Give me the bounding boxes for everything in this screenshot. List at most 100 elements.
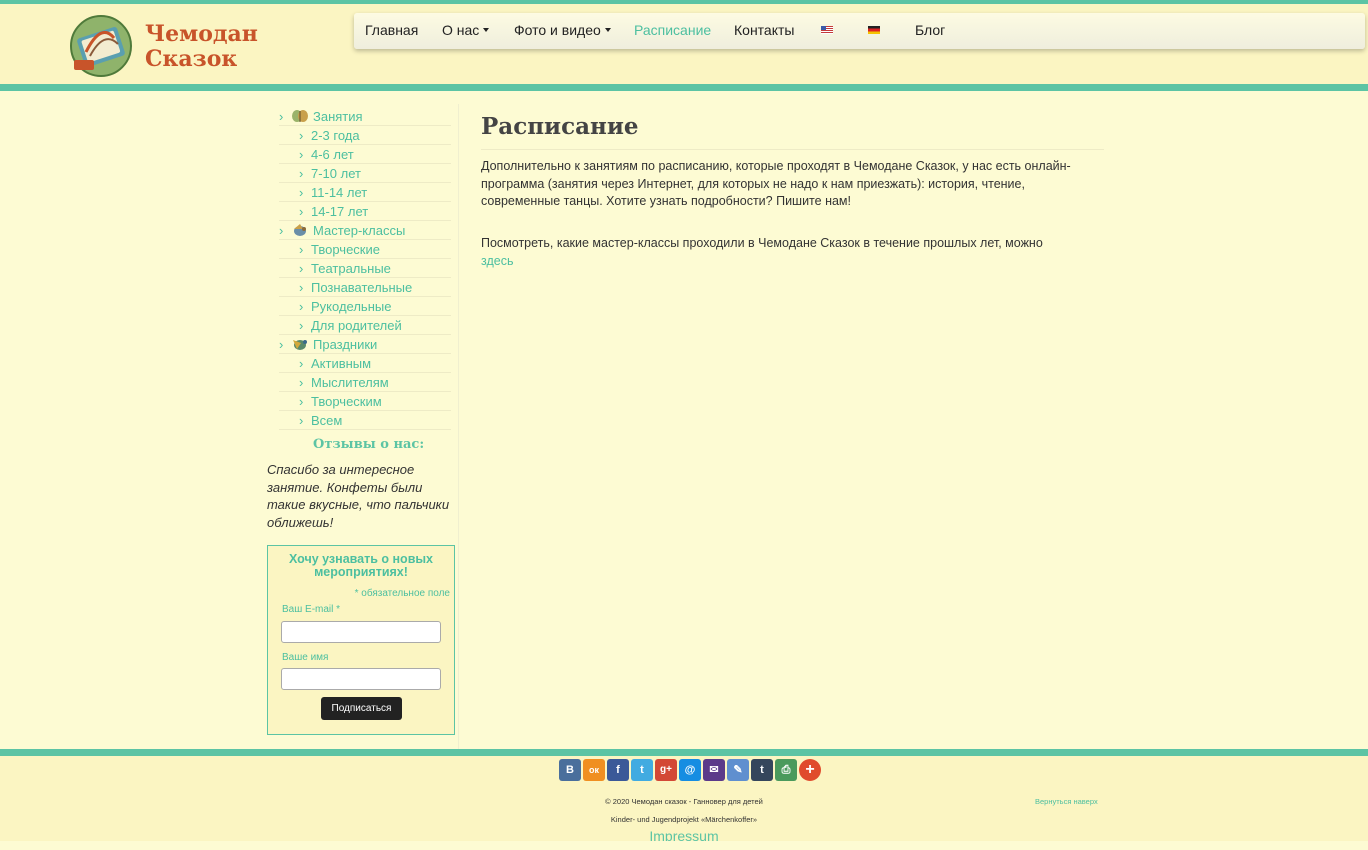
- nav-home[interactable]: Главная: [365, 13, 418, 47]
- sidebar-item-myslitelyam[interactable]: › Мыслителям: [279, 373, 451, 392]
- intro-paragraph: Дополнительно к занятиям по расписанию, …: [481, 159, 1071, 208]
- subscribe-title: Хочу узнавать о новых мероприятиях!: [288, 552, 434, 579]
- facebook-icon[interactable]: f: [607, 759, 629, 781]
- sidebar-item-label: 4-6 лет: [311, 147, 354, 162]
- us-flag-icon[interactable]: [821, 26, 833, 34]
- chevron-right-icon: ›: [279, 337, 284, 352]
- brand-line-1: Чемодан: [145, 21, 258, 47]
- tumblr-icon[interactable]: t: [751, 759, 773, 781]
- chevron-right-icon: ›: [299, 261, 304, 276]
- chevron-right-icon: ›: [299, 375, 304, 390]
- site-footer: В ок f t g+ @ ✉ ✎ t ⎙ + © 2020 Чемодан с…: [0, 749, 1368, 844]
- brand-line-2: Сказок: [145, 46, 238, 72]
- nav-contacts[interactable]: Контакты: [734, 13, 794, 47]
- german-flag-icon[interactable]: [868, 26, 880, 34]
- sidebar-menu: › Занятия › 2-3 года › 4-6 лет › 7-10 лет › 1…: [279, 107, 451, 430]
- sidebar-item-label: Творческим: [311, 394, 382, 409]
- chevron-down-icon: [604, 28, 611, 32]
- sidebar-item-label: 14-17 лет: [311, 204, 369, 219]
- sidebar-item-prazdniki[interactable]: › Праздники: [279, 335, 451, 354]
- sidebar-item-label: 11-14 лет: [311, 185, 368, 200]
- site-header: Чемодан Сказок Главная О нас Фото и виде…: [0, 0, 1368, 91]
- chevron-right-icon: ›: [299, 128, 304, 143]
- sidebar-item-label: Мыслителям: [311, 375, 389, 390]
- sidebar-item-label: Мастер-классы: [313, 223, 406, 238]
- here-link[interactable]: здесь: [481, 254, 513, 268]
- email-icon[interactable]: ✉: [703, 759, 725, 781]
- nav-about[interactable]: О нас: [442, 13, 490, 47]
- vk-icon[interactable]: В: [559, 759, 581, 781]
- masterclass-paragraph: Посмотреть, какие мастер-классы проходил…: [481, 235, 1106, 270]
- sidebar-item-14-17[interactable]: › 14-17 лет: [279, 202, 451, 221]
- sidebar-item-label: Познавательные: [311, 280, 413, 295]
- sidebar-item-label: Занятия: [313, 109, 363, 124]
- name-label: Ваше имя: [282, 652, 329, 663]
- more-icon[interactable]: +: [799, 759, 821, 781]
- sidebar-item-tvorcheskim[interactable]: › Творческим: [279, 392, 451, 411]
- chevron-right-icon: ›: [299, 185, 304, 200]
- nav-about-label: О нас: [442, 22, 480, 38]
- sidebar: › Занятия › 2-3 года › 4-6 лет › 7-10 лет › 1…: [263, 104, 459, 749]
- email-label: Ваш E-mail *: [282, 604, 341, 615]
- chevron-right-icon: ›: [299, 166, 304, 181]
- nav-blog[interactable]: Блог: [915, 13, 945, 47]
- twitter-icon[interactable]: t: [631, 759, 653, 781]
- sidebar-item-rukodelnye[interactable]: › Рукодельные: [279, 297, 451, 316]
- bottom-strip: [0, 841, 1368, 850]
- copyright-text: © 2020 Чемодан сказок - Ганновер для дет…: [605, 797, 763, 806]
- sidebar-item-label: 7-10 лет: [311, 166, 361, 181]
- chevron-right-icon: ›: [299, 356, 304, 371]
- print-icon[interactable]: ⎙: [775, 759, 797, 781]
- sidebar-item-2-3[interactable]: › 2-3 года: [279, 126, 451, 145]
- subscribe-form: Хочу узнавать о новых мероприятиях! * об…: [267, 545, 455, 735]
- bird-icon: [293, 340, 307, 350]
- sidebar-item-dlya-roditeley[interactable]: › Для родителей: [279, 316, 451, 335]
- reviews-heading: Отзывы о нас:: [313, 437, 425, 452]
- sidebar-item-poznavatelnye[interactable]: › Познавательные: [279, 278, 451, 297]
- chevron-right-icon: ›: [299, 413, 304, 428]
- sidebar-item-label: Рукодельные: [311, 299, 392, 314]
- mail-ru-icon[interactable]: @: [679, 759, 701, 781]
- sidebar-item-7-10[interactable]: › 7-10 лет: [279, 164, 451, 183]
- chevron-right-icon: ›: [299, 318, 304, 333]
- sidebar-item-master-klassy[interactable]: › Мастер-классы: [279, 221, 451, 240]
- sidebar-item-zanyatiya[interactable]: › Занятия: [279, 107, 451, 126]
- nav-photo-video-label: Фото и видео: [514, 22, 601, 38]
- title-divider: [481, 149, 1104, 150]
- page-title: Расписание: [481, 113, 639, 140]
- site-logo[interactable]: Чемодан Сказок: [68, 12, 258, 78]
- sidebar-item-label: Всем: [311, 413, 343, 428]
- required-field-note: * обязательное поле: [354, 588, 450, 599]
- chevron-right-icon: ›: [279, 109, 284, 124]
- sidebar-item-11-14[interactable]: › 11-14 лет: [279, 183, 451, 202]
- masterclass-text: Посмотреть, какие мастер-классы проходил…: [481, 236, 1043, 250]
- livejournal-icon[interactable]: ✎: [727, 759, 749, 781]
- google-plus-icon[interactable]: g+: [655, 759, 677, 781]
- sidebar-item-label: 2-3 года: [311, 128, 360, 143]
- sidebar-item-label: Праздники: [313, 337, 378, 352]
- sidebar-item-vsem[interactable]: › Всем: [279, 411, 451, 430]
- butterfly-icon: [292, 110, 308, 122]
- main-navbar: Главная О нас Фото и видео Расписание Ко…: [354, 13, 1365, 49]
- project-subtitle: Kinder- und Jugendprojekt «Märchenkoffer…: [610, 815, 758, 824]
- nav-schedule[interactable]: Расписание: [634, 13, 711, 47]
- chevron-right-icon: ›: [299, 204, 304, 219]
- logo-book-icon: [70, 15, 132, 77]
- back-to-top-link[interactable]: Вернуться наверх: [1035, 797, 1098, 806]
- sidebar-item-4-6[interactable]: › 4-6 лет: [279, 145, 451, 164]
- sidebar-item-tvorcheskie[interactable]: › Творческие: [279, 240, 451, 259]
- sidebar-item-teatralnye[interactable]: › Театральные: [279, 259, 451, 278]
- chevron-right-icon: ›: [299, 242, 304, 257]
- review-quote: Спасибо за интересное занятие. Конфеты б…: [267, 462, 450, 530]
- chevron-right-icon: ›: [299, 280, 304, 295]
- name-field[interactable]: [281, 668, 441, 690]
- nav-photo-video[interactable]: Фото и видео: [514, 13, 611, 47]
- sidebar-item-label: Для родителей: [311, 318, 402, 333]
- chevron-right-icon: ›: [299, 299, 304, 314]
- sidebar-item-aktivnym[interactable]: › Активным: [279, 354, 451, 373]
- bird-icon: [294, 224, 306, 236]
- subscribe-button[interactable]: Подписаться: [321, 697, 402, 720]
- email-field[interactable]: [281, 621, 441, 643]
- odnoklassniki-icon[interactable]: ок: [583, 759, 605, 781]
- chevron-down-icon: [483, 28, 490, 32]
